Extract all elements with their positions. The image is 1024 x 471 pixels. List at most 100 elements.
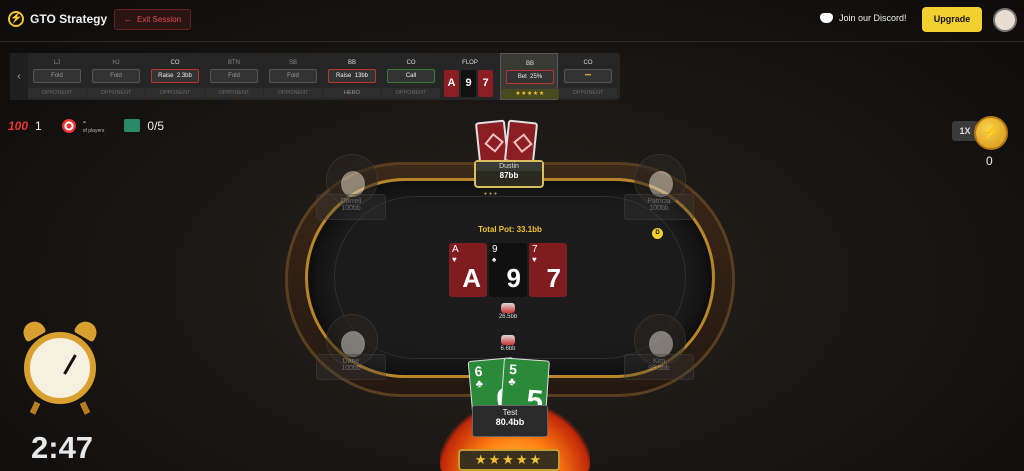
- spade-icon: ♠: [492, 255, 497, 264]
- card-rank-large: 7: [546, 263, 561, 293]
- step-role: OPPONENT: [559, 88, 617, 98]
- timeline-flop[interactable]: FLOP A 9 7: [441, 53, 499, 100]
- player-stack: 100bb: [341, 365, 361, 372]
- exit-session-button[interactable]: ← Exit Session: [114, 9, 192, 30]
- stats-bar: 100 1 - of players 0/5: [8, 117, 164, 134]
- timeline-step[interactable]: CO ••• OPPONENT: [559, 53, 617, 100]
- discord-label: Join our Discord!: [839, 13, 907, 23]
- player-stack: 100bb: [341, 205, 361, 212]
- step-position: HJ: [112, 60, 120, 66]
- score-value: 1: [35, 118, 42, 133]
- card-rank-large: A: [462, 263, 481, 293]
- step-amount: 2.3bb: [176, 73, 192, 79]
- step-action-label: Raise: [158, 73, 174, 79]
- bolt-icon: ⚡: [8, 11, 24, 27]
- alarm-clock-icon: [19, 317, 101, 417]
- hero-seat[interactable]: Test 80.4bb: [472, 405, 548, 437]
- step-action: Call: [387, 69, 435, 83]
- flop-mini-card: 7: [478, 70, 493, 97]
- board-card: 7 ♥ 7: [529, 243, 567, 297]
- step-action-label: Bet: [517, 74, 527, 80]
- players-label: of players: [82, 128, 105, 134]
- hero-name: Test: [502, 408, 518, 417]
- player-name: Dustin: [476, 162, 542, 171]
- heart-icon: ♥: [452, 255, 457, 264]
- card-rank: A: [452, 244, 459, 255]
- timeline-step[interactable]: HJ Fold OPPONENT: [87, 53, 145, 100]
- bet-amount: 26.5bb: [498, 314, 518, 320]
- upgrade-button[interactable]: Upgrade: [922, 7, 982, 32]
- target-icon: [61, 118, 76, 133]
- timeline-step[interactable]: CO Raise 2.3bb OPPONENT: [146, 53, 204, 100]
- card-rank-large: 9: [506, 263, 521, 293]
- board-card: 9 ♠ 9: [489, 243, 527, 297]
- step-position: BB: [347, 60, 356, 66]
- step-position: BB: [525, 61, 534, 67]
- step-position: SB: [288, 60, 297, 66]
- timeline-step[interactable]: CO Call OPPONENT: [382, 53, 440, 100]
- step-role: HERO: [323, 88, 381, 98]
- step-role: OPPONENT: [264, 88, 322, 98]
- game-screen: ⚡ GTO Strategy ← Exit Session Join our D…: [0, 0, 1024, 471]
- club-icon: ♣: [507, 375, 516, 389]
- hero-rating: ★★★★★: [458, 449, 560, 471]
- logo[interactable]: ⚡ GTO Strategy: [8, 11, 107, 27]
- discord-icon: [820, 13, 833, 23]
- discord-link[interactable]: Join our Discord!: [820, 13, 907, 23]
- cards-icon: [124, 119, 141, 132]
- step-action-label: Raise: [335, 73, 352, 79]
- step-action: •••: [564, 69, 612, 83]
- step-action: Fold: [92, 69, 140, 83]
- bet-amount: 6.6bb: [500, 346, 516, 352]
- player-name: Darrell: [340, 198, 362, 205]
- chevron-left-icon[interactable]: ‹: [10, 53, 28, 100]
- app-title: GTO Strategy: [30, 12, 108, 26]
- step-position: CO: [170, 60, 180, 66]
- timer-value: 2:47: [31, 430, 94, 465]
- step-action: Fold: [269, 69, 317, 83]
- player-name: Patricia: [647, 198, 671, 205]
- step-amount: 13bb: [354, 73, 369, 79]
- step-position: CO: [406, 60, 416, 66]
- flop-mini-card: A: [444, 70, 459, 97]
- card-rank: 5: [508, 360, 518, 378]
- hero-stack: 80.4bb: [495, 417, 525, 427]
- step-position: BTN: [228, 60, 240, 66]
- step-action: Raise 2.3bb: [151, 69, 199, 83]
- heart-icon: ♥: [532, 255, 537, 264]
- top-bar: ⚡ GTO Strategy ← Exit Session Join our D…: [0, 0, 1024, 42]
- flop-label: FLOP: [462, 60, 478, 66]
- card-rank: 9: [492, 244, 498, 255]
- step-rating: ★★★★★: [501, 89, 559, 99]
- board-card: A ♥ A: [449, 243, 487, 297]
- timeline-step-selected[interactable]: BB Bet 25% ★★★★★: [500, 53, 559, 100]
- step-role: OPPONENT: [146, 88, 204, 98]
- step-action: Fold: [33, 69, 81, 83]
- players-value: -: [82, 117, 87, 128]
- card-back: [503, 119, 539, 165]
- timeline-step[interactable]: SB Fold OPPONENT: [264, 53, 322, 100]
- step-action: Fold: [210, 69, 258, 83]
- action-indicator: ●●●: [484, 191, 500, 197]
- coin-count: 0: [986, 154, 993, 168]
- step-role: OPPONENT: [28, 88, 86, 98]
- timeline-step[interactable]: LJ Fold OPPONENT: [28, 53, 86, 100]
- step-position: LJ: [53, 60, 61, 66]
- hundred-icon: 100: [8, 118, 29, 133]
- seat-info: Dane 100bb: [316, 354, 386, 380]
- player-stack: 99.5bb: [648, 365, 670, 372]
- step-role: OPPONENT: [382, 88, 440, 98]
- seat-top[interactable]: Dustin 87bb: [474, 160, 544, 188]
- seat-info: Kim 99.5bb: [624, 354, 694, 380]
- timeline-step[interactable]: BB Raise 13bb HERO: [323, 53, 381, 100]
- chips-icon: [501, 335, 515, 345]
- total-pot: Total Pot: 33.1bb: [478, 225, 542, 234]
- flop-mini-card: 9: [461, 70, 476, 97]
- card-rank: 7: [532, 244, 538, 255]
- lightning-coin-icon: ⚡: [974, 116, 1008, 150]
- player-name: Kim: [652, 358, 666, 365]
- user-avatar[interactable]: [993, 8, 1017, 32]
- timeline-step[interactable]: BTN Fold OPPONENT: [205, 53, 263, 100]
- seat-info: Darrell 100bb: [316, 194, 386, 220]
- step-action: Bet 25%: [506, 70, 554, 84]
